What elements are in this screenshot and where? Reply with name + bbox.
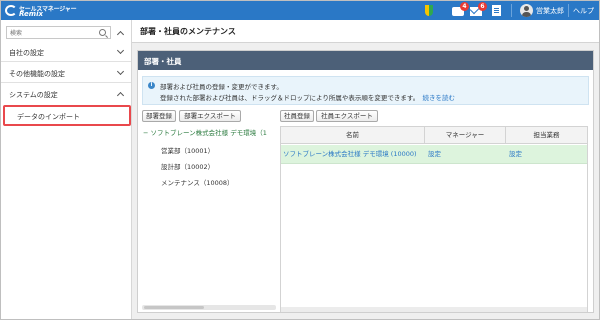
search-input[interactable] [10,28,95,38]
topbar-divider [511,4,512,17]
user-name[interactable]: 営業太郎 [536,6,564,16]
panel-header: 部署・社員 [138,51,593,70]
table-row[interactable]: ソフトブレーン株式会社様 デモ環境 (10000) 設定 設定 [281,145,587,164]
sidebar-item-label: システムの設定 [9,91,58,99]
message-count-badge: 4 [460,2,469,11]
row-task-link[interactable]: 設定 [509,145,585,164]
document-icon[interactable] [492,5,501,16]
department-tree: − ソフトブレーン株式会社様 デモ環境（1 営業部（10001） 設計部（100… [142,125,277,311]
scrollbar-thumb[interactable] [144,306,204,309]
chevron-up-icon [116,91,125,100]
panel-title: 部署・社員 [144,57,182,66]
tree-root-node[interactable]: − ソフトブレーン株式会社様 デモ環境（1 [143,127,277,137]
info-text: 部署および社員の登録・変更ができます。 [160,83,283,91]
tree-node[interactable]: 設計部（10002） [161,161,214,171]
sidebar-item-label: 自社の設定 [9,49,44,57]
info-box: i 部署および社員の登録・変更ができます。 登録された部署および社員は、ドラッグ… [142,76,589,105]
top-bar: セールスマネージャー Remix 4 6 営業太郎 ヘルプ [1,1,599,20]
tree-scrollbar[interactable] [142,305,276,310]
dept-register-button[interactable]: 部署登録 [142,110,176,122]
sidebar-item-label: その他機能の設定 [9,70,65,78]
dept-employee-panel: 部署・社員 i 部署および社員の登録・変更ができます。 登録された部署および社員… [137,50,594,313]
app-logo[interactable]: セールスマネージャー Remix [5,4,77,18]
column-header-manager[interactable]: マネージャー [425,127,506,144]
column-header-name[interactable]: 名前 [281,127,425,144]
sidebar-item-system-settings[interactable]: システムの設定 [1,84,131,104]
chevron-down-icon [116,46,125,55]
logo-text-bottom: Remix [19,10,43,18]
logo-icon [5,5,17,16]
dept-export-button[interactable]: 部署エクスポート [179,110,241,122]
user-avatar[interactable] [520,4,533,17]
chevron-down-icon [116,67,125,76]
sidebar: 自社の設定 その他機能の設定 システムの設定 データのインポート [1,20,132,319]
row-name-link[interactable]: ソフトブレーン株式会社様 デモ環境 (10000) [283,145,423,164]
topbar-divider [568,4,569,17]
main-header: 部署・社員のメンテナンス [132,20,599,43]
info-text: 登録された部署および社員は、ドラッグ＆ドロップにより所属や表示順を変更できます。… [160,94,455,102]
grid-scrollbar[interactable] [281,307,587,312]
employee-export-button[interactable]: 社員エクスポート [316,110,378,122]
sidebar-subitem-label: データのインポート [17,113,80,121]
page-title: 部署・社員のメンテナンス [140,27,236,36]
search-box [6,26,111,39]
info-icon: i [148,82,155,89]
sidebar-subitem-data-import[interactable]: データのインポート [3,105,131,126]
main-content: 部署・社員 i 部署および社員の登録・変更ができます。 登録された部署および社員… [132,43,599,319]
search-icon[interactable] [99,29,106,36]
employee-grid: 名前 マネージャー 担当業務 ソフトブレーン株式会社様 デモ環境 (10000)… [280,126,588,312]
row-manager-link[interactable]: 設定 [428,145,504,164]
help-link[interactable]: ヘルプ [573,6,594,16]
employee-register-button[interactable]: 社員登録 [280,110,314,122]
read-more-link[interactable]: 続きを読む [422,94,455,102]
beginner-mark-icon[interactable] [425,5,433,16]
mail-count-badge: 6 [478,2,487,11]
sidebar-item-company-settings[interactable]: 自社の設定 [1,42,131,62]
column-header-task[interactable]: 担当業務 [506,127,587,144]
tree-node[interactable]: メンテナンス（10008） [161,177,234,187]
grid-header: 名前 マネージャー 担当業務 [281,127,587,144]
tree-node[interactable]: 営業部（10001） [161,145,214,155]
sidebar-item-other-settings[interactable]: その他機能の設定 [1,63,131,83]
chevron-up-icon [116,30,125,39]
sidebar-collapse-button[interactable] [115,29,125,39]
